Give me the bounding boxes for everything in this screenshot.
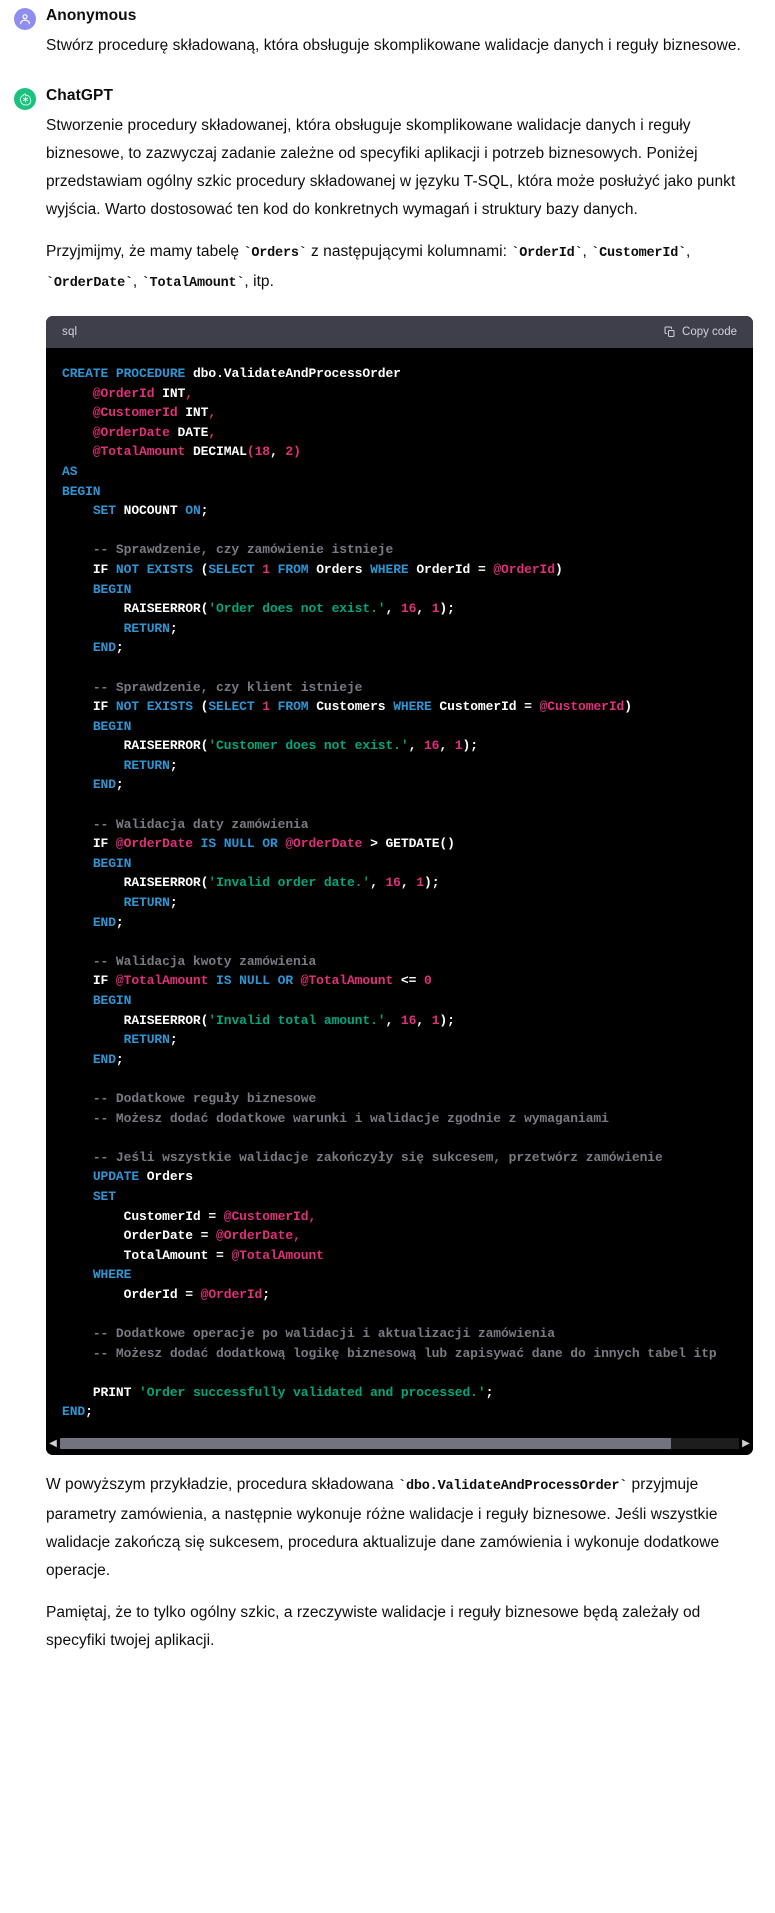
code-block: sql Copy code CREATE PROCEDURE dbo.Valid… xyxy=(46,316,753,1456)
closing-text-1: W powyższym przykładzie, procedura skład… xyxy=(46,1476,399,1494)
message-author: Anonymous xyxy=(46,7,137,24)
copy-code-button[interactable]: Copy code xyxy=(664,325,737,339)
user-prompt-text: Stwórz procedurę składowaną, która obsłu… xyxy=(46,37,741,54)
inline-code-procedure-name: `dbo.ValidateAndProcessOrder` xyxy=(398,1479,628,1495)
assumption-text-6: , itp. xyxy=(244,273,274,290)
clipboard-icon xyxy=(664,326,676,338)
inline-code-orderid: `OrderId` xyxy=(511,246,583,261)
message-body: Anonymous Stwórz procedurę składowaną, k… xyxy=(46,6,753,60)
chat-transcript: Anonymous Stwórz procedurę składowaną, k… xyxy=(0,0,775,1913)
code-scroll-area[interactable]: CREATE PROCEDURE dbo.ValidateAndProcessO… xyxy=(46,348,753,1435)
assumption-text-1: Przyjmijmy, że mamy tabelę xyxy=(46,243,244,260)
message-body: ChatGPT Stworzenie procedury składowanej… xyxy=(46,86,753,1655)
inline-code-orderdate: `OrderDate` xyxy=(46,276,133,291)
openai-logo-icon xyxy=(14,88,36,110)
assumption-text-2: z następującymi kolumnami: xyxy=(306,243,512,260)
closing-paragraph-1: W powyższym przykładzie, procedura skład… xyxy=(46,1471,753,1585)
assumption-text-5: , xyxy=(132,273,142,290)
message-author: ChatGPT xyxy=(46,87,114,104)
code-content: CREATE PROCEDURE dbo.ValidateAndProcessO… xyxy=(62,366,717,1420)
code-language-label: sql xyxy=(62,326,78,338)
user-avatar-icon xyxy=(14,8,36,30)
scrollbar-thumb[interactable] xyxy=(60,1438,672,1450)
avatar-column xyxy=(14,6,46,30)
chevron-right-icon[interactable]: ▶ xyxy=(739,1438,753,1449)
code-block-header: sql Copy code xyxy=(46,316,753,348)
closing-paragraph-2: Pamiętaj, że to tylko ogólny szkic, a rz… xyxy=(46,1604,701,1650)
scrollbar-track[interactable] xyxy=(60,1438,739,1450)
avatar-column xyxy=(14,86,46,110)
copy-code-label: Copy code xyxy=(682,326,737,338)
inline-code-orders: `Orders` xyxy=(243,246,307,261)
assumption-text-3: , xyxy=(582,243,592,260)
inline-code-customerid: `CustomerId` xyxy=(591,246,687,261)
assistant-intro-text: Stworzenie procedury składowanej, która … xyxy=(46,117,736,218)
message-user: Anonymous Stwórz procedurę składowaną, k… xyxy=(0,0,775,60)
assumption-paragraph: Przyjmijmy, że mamy tabelę `Orders` z na… xyxy=(46,238,753,298)
code-horizontal-scrollbar[interactable]: ◀ ▶ xyxy=(46,1434,753,1456)
chevron-left-icon[interactable]: ◀ xyxy=(46,1438,60,1449)
inline-code-totalamount: `TotalAmount` xyxy=(141,276,245,291)
message-assistant: ChatGPT Stworzenie procedury składowanej… xyxy=(0,80,775,1655)
assumption-text-4: , xyxy=(686,243,691,260)
